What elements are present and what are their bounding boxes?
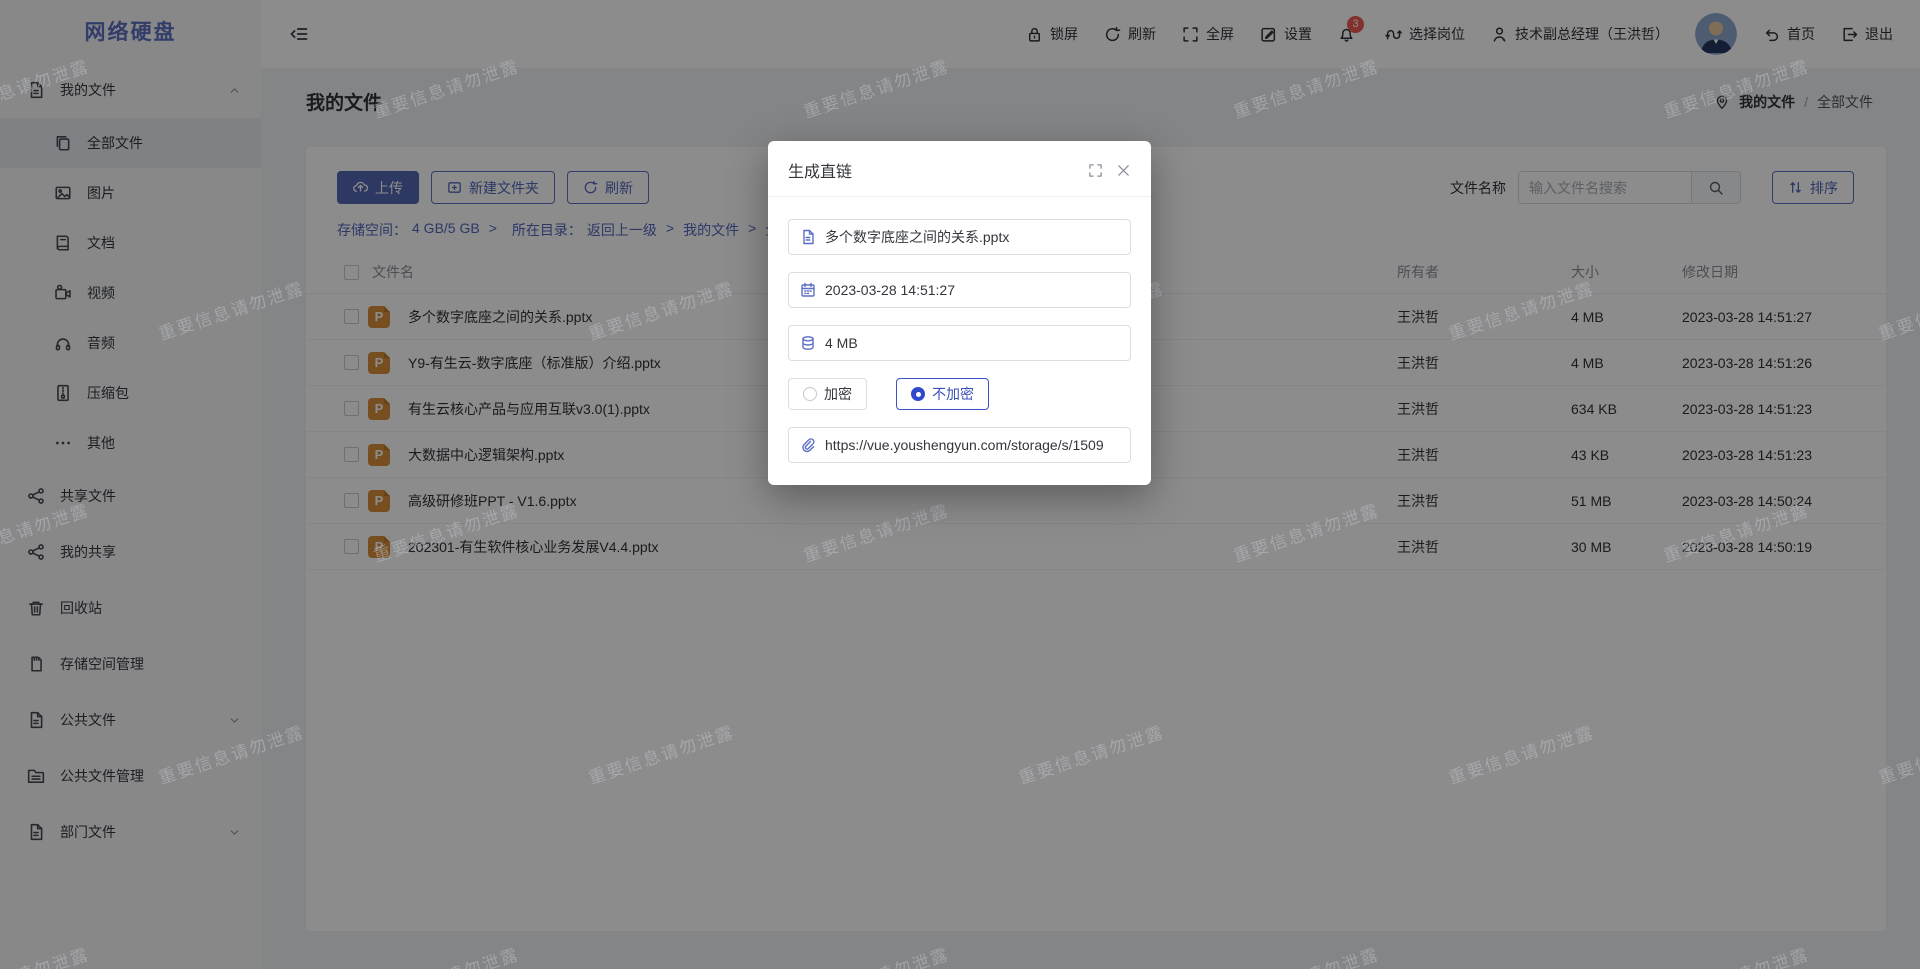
encrypt-label: 加密 bbox=[824, 384, 852, 404]
file-name-input[interactable] bbox=[825, 229, 1119, 245]
no-encrypt-label: 不加密 bbox=[932, 384, 974, 404]
close-icon[interactable] bbox=[1116, 163, 1131, 178]
radio-icon bbox=[803, 387, 817, 401]
modified-date-field bbox=[788, 272, 1131, 308]
file-name-field bbox=[788, 219, 1131, 255]
file-size-field bbox=[788, 325, 1131, 361]
file-icon bbox=[800, 229, 816, 245]
expand-icon[interactable] bbox=[1088, 163, 1103, 178]
database-icon bbox=[800, 335, 816, 351]
radio-selected-icon bbox=[911, 387, 925, 401]
calendar-icon bbox=[800, 282, 816, 298]
encrypt-radio[interactable]: 加密 bbox=[788, 378, 867, 410]
dialog-header: 生成直链 bbox=[768, 141, 1151, 197]
encrypt-option-group: 加密 不加密 bbox=[788, 378, 1131, 410]
app: 网络硬盘 我的文件 全部文件 图片 文档 视频 bbox=[0, 0, 1920, 969]
dialog-body: 加密 不加密 bbox=[768, 197, 1151, 485]
direct-link-input[interactable] bbox=[825, 437, 1119, 453]
dialog-title: 生成直链 bbox=[788, 158, 852, 182]
no-encrypt-radio[interactable]: 不加密 bbox=[896, 378, 989, 410]
file-size-input[interactable] bbox=[825, 335, 1119, 351]
generate-link-dialog: 生成直链 加密 bbox=[768, 141, 1151, 485]
modified-date-input[interactable] bbox=[825, 282, 1119, 298]
dialog-actions bbox=[1088, 163, 1131, 178]
direct-link-field bbox=[788, 427, 1131, 463]
link-icon bbox=[800, 437, 816, 453]
